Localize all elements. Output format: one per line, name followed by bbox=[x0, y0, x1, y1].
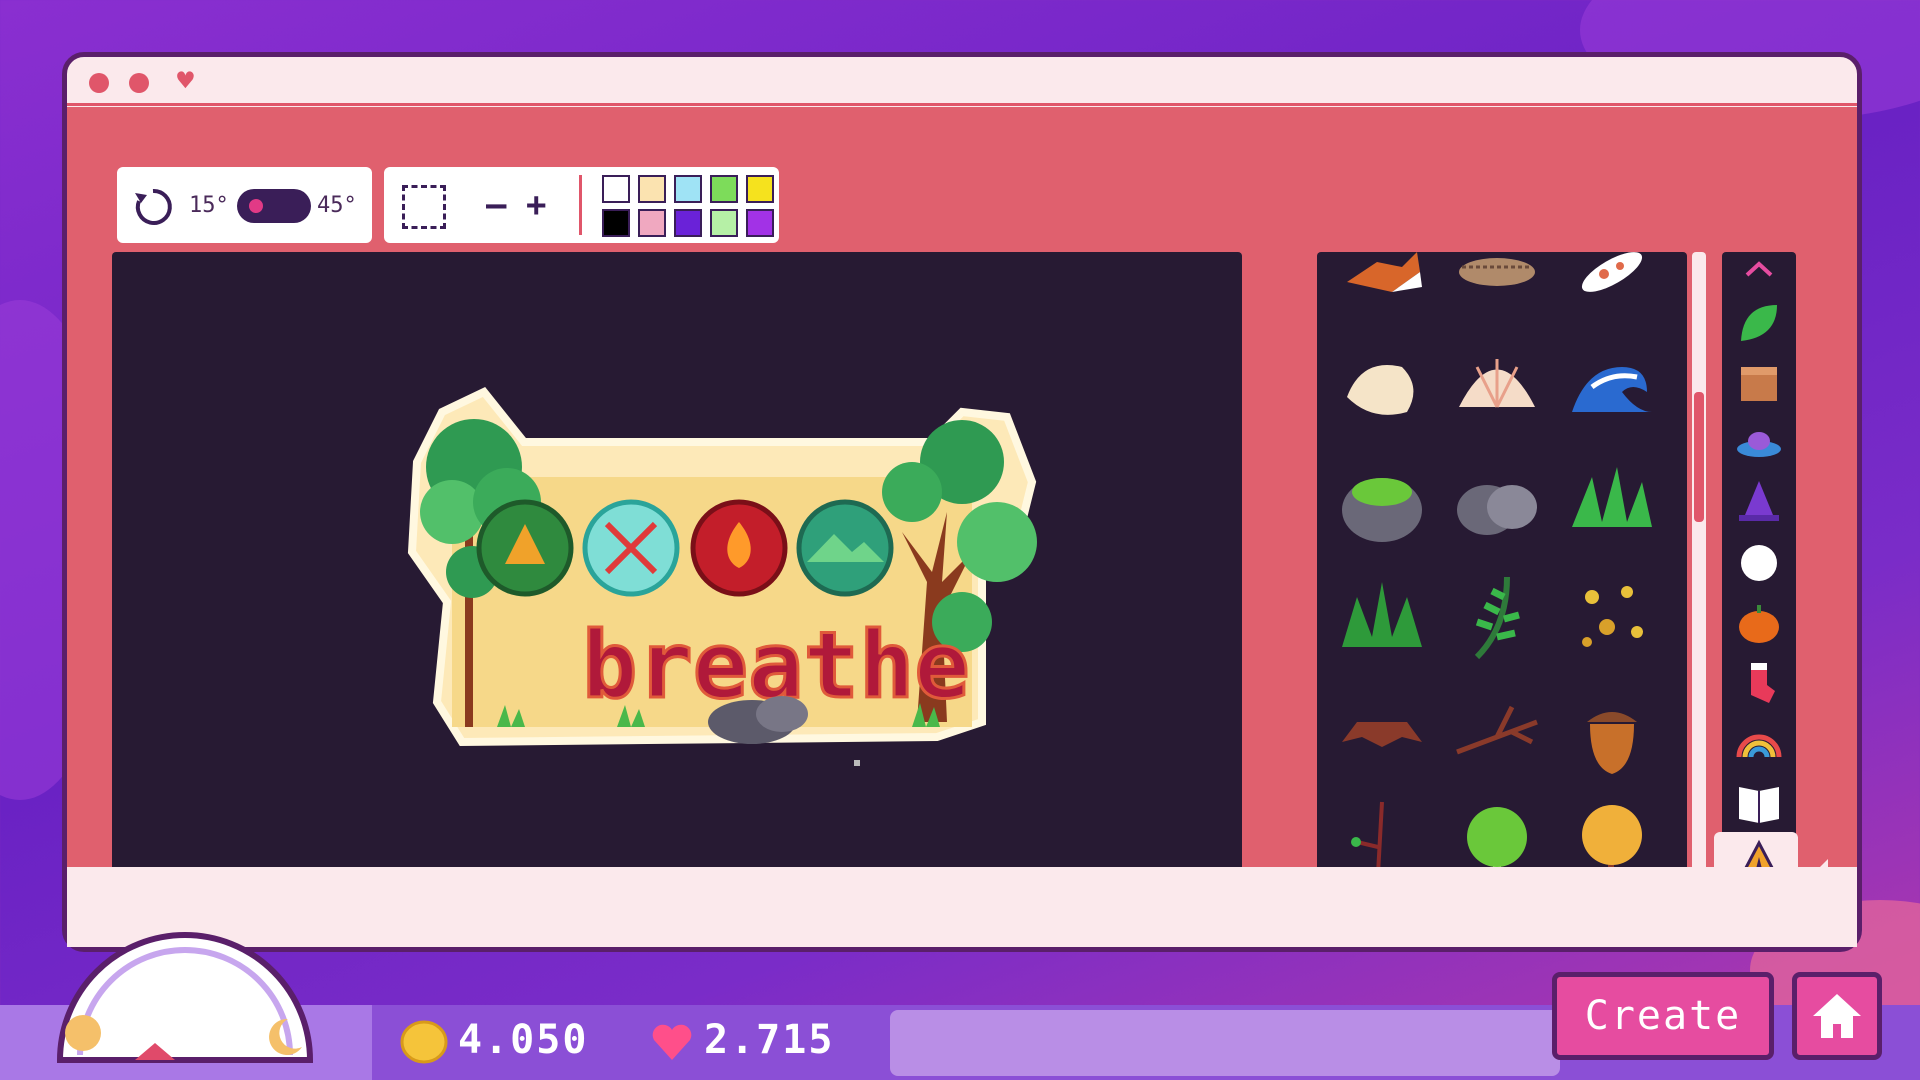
sun-icon bbox=[65, 1015, 101, 1051]
ufo-icon[interactable] bbox=[1733, 417, 1785, 469]
coin-count: 4.050 bbox=[458, 1017, 589, 1063]
rocks bbox=[756, 696, 808, 732]
window-dot bbox=[129, 73, 149, 93]
editor-panel: 15° 45° – + breathe bbox=[67, 107, 1857, 927]
item-palette[interactable] bbox=[1317, 252, 1687, 927]
sticker-artwork[interactable]: breathe bbox=[112, 252, 1242, 927]
leaf-icon[interactable] bbox=[1733, 297, 1785, 349]
seashell-icon[interactable] bbox=[1332, 337, 1432, 437]
tree-stump-icon[interactable] bbox=[1332, 682, 1432, 782]
editor-window: ♥ 15° 45° – + breathe bbox=[62, 52, 1862, 952]
rainbow-icon[interactable] bbox=[1733, 717, 1785, 769]
circle-icon[interactable] bbox=[1733, 537, 1785, 589]
grass-tuft-icon[interactable] bbox=[1562, 452, 1662, 552]
pumpkin-icon[interactable] bbox=[1733, 597, 1785, 649]
title-divider bbox=[67, 103, 1857, 106]
mouse-cursor bbox=[854, 760, 860, 766]
color-swatch[interactable] bbox=[746, 175, 774, 203]
home-button[interactable] bbox=[1792, 972, 1882, 1060]
falling-leaves-icon[interactable] bbox=[1562, 567, 1662, 667]
edit-toolbox: – + bbox=[384, 167, 779, 243]
witch-hat-icon[interactable] bbox=[1733, 477, 1785, 529]
hud-message-bar bbox=[890, 1010, 1560, 1076]
coin-icon bbox=[400, 1020, 448, 1064]
hedgehog-icon[interactable] bbox=[1447, 252, 1547, 322]
sticker-canvas[interactable]: breathe bbox=[112, 252, 1242, 927]
toggle-knob bbox=[249, 199, 263, 213]
wave-icon[interactable] bbox=[1562, 337, 1662, 437]
rotation-min-label: 15° bbox=[189, 193, 229, 218]
color-swatch[interactable] bbox=[674, 175, 702, 203]
fox-icon[interactable] bbox=[1332, 252, 1432, 322]
select-marquee-icon[interactable] bbox=[402, 185, 446, 229]
scallop-shell-icon[interactable] bbox=[1447, 337, 1547, 437]
tent-badge bbox=[476, 499, 574, 597]
home-icon bbox=[1813, 994, 1861, 1038]
mountain-badge bbox=[796, 499, 894, 597]
heart-icon: ♥ bbox=[177, 64, 194, 97]
tree-foliage bbox=[957, 502, 1037, 582]
color-swatch[interactable] bbox=[602, 175, 630, 203]
stocking-icon[interactable] bbox=[1733, 657, 1785, 709]
twig-icon[interactable] bbox=[1447, 682, 1547, 782]
scale-up-button[interactable]: + bbox=[526, 185, 546, 225]
heart-icon bbox=[652, 1024, 692, 1060]
window-dot bbox=[89, 73, 109, 93]
campfire-badge bbox=[690, 499, 788, 597]
box-icon[interactable] bbox=[1733, 357, 1785, 409]
color-swatch[interactable] bbox=[674, 209, 702, 237]
rotate-icon[interactable] bbox=[131, 185, 175, 229]
window-footer bbox=[67, 867, 1857, 947]
create-button[interactable]: Create bbox=[1552, 972, 1774, 1060]
color-swatch[interactable] bbox=[746, 209, 774, 237]
chevron-up-icon[interactable] bbox=[1744, 260, 1774, 278]
scrollbar-thumb[interactable] bbox=[1694, 392, 1704, 522]
day-night-meter bbox=[56, 932, 314, 1063]
tree-foliage bbox=[420, 480, 484, 544]
fern-icon[interactable] bbox=[1447, 567, 1547, 667]
scale-down-button[interactable]: – bbox=[486, 185, 506, 225]
palette-scrollbar[interactable] bbox=[1692, 252, 1706, 927]
color-swatch[interactable] bbox=[710, 209, 738, 237]
paddles-badge bbox=[582, 499, 680, 597]
rotation-max-label: 45° bbox=[317, 193, 357, 218]
rotation-step-toggle[interactable] bbox=[237, 189, 311, 223]
heart-count: 2.715 bbox=[704, 1017, 835, 1063]
color-swatch[interactable] bbox=[602, 209, 630, 237]
toolbar-divider bbox=[579, 175, 582, 235]
koi-fish-icon[interactable] bbox=[1562, 252, 1662, 322]
category-column bbox=[1714, 252, 1798, 927]
rocks-icon[interactable] bbox=[1447, 452, 1547, 552]
acorn-icon[interactable] bbox=[1562, 682, 1662, 782]
color-swatch[interactable] bbox=[638, 175, 666, 203]
book-icon[interactable] bbox=[1733, 777, 1785, 829]
rotation-toolbox: 15° 45° bbox=[117, 167, 372, 243]
title-bar: ♥ bbox=[67, 57, 1857, 103]
tree-foliage bbox=[882, 462, 942, 522]
grass-bush-icon[interactable] bbox=[1332, 567, 1432, 667]
color-swatch[interactable] bbox=[638, 209, 666, 237]
mossy-rock-icon[interactable] bbox=[1332, 452, 1432, 552]
color-swatch[interactable] bbox=[710, 175, 738, 203]
